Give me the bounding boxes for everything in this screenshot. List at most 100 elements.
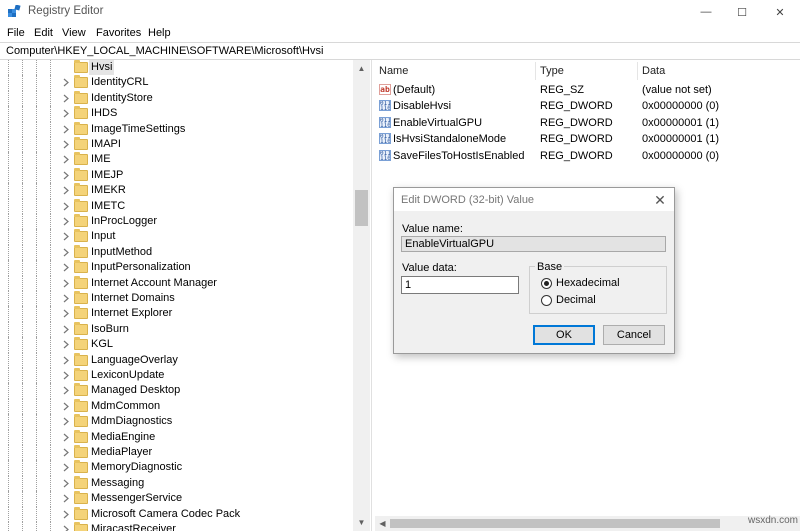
expand-chevron-icon[interactable] [62,370,70,381]
tree-item[interactable]: InputMethod [0,244,353,261]
tree-item-label[interactable]: InputPersonalization [89,260,193,275]
expand-chevron-icon[interactable] [62,108,70,119]
tree-item-label[interactable]: MemoryDiagnostic [89,460,184,475]
expand-chevron-icon[interactable] [62,262,70,273]
h-scroll-thumb[interactable] [390,519,720,528]
key-tree[interactable]: Hvsi IdentityCRL IdentityStore IHDS ImageTim… [0,60,371,531]
expand-chevron-icon[interactable] [62,432,70,443]
menu-view[interactable]: View [62,27,86,39]
tree-item[interactable]: MiracastReceiver [0,522,353,531]
tree-item-label[interactable]: IdentityCRL [89,75,150,90]
tree-item[interactable]: InProcLogger [0,214,353,230]
expand-chevron-icon[interactable] [62,170,70,181]
tree-item[interactable]: Internet Explorer [0,306,353,322]
tree-item-label[interactable]: IMAPI [89,137,123,152]
expand-chevron-icon[interactable] [62,216,70,227]
tree-item[interactable]: ImageTimeSettings [0,121,353,137]
menu-favorites[interactable]: Favorites [96,27,141,39]
tree-item-label[interactable]: Input [89,229,117,244]
value-row[interactable]: 011 110 IsHvsiStandaloneMode REG_DWORD 0x00… [375,131,800,147]
tree-item-label[interactable]: IHDS [89,106,119,121]
expand-chevron-icon[interactable] [62,401,70,412]
expand-chevron-icon[interactable] [62,509,70,520]
expand-chevron-icon[interactable] [62,124,70,135]
tree-item[interactable]: Input [0,229,353,245]
tree-item-label[interactable]: Internet Domains [89,291,177,306]
hexadecimal-label[interactable]: Hexadecimal [556,277,620,289]
value-data-input[interactable]: 1 [401,276,519,294]
ok-button[interactable]: OK [533,325,595,345]
expand-chevron-icon[interactable] [62,447,70,458]
column-divider[interactable] [637,62,638,80]
tree-item-label[interactable]: IsoBurn [89,322,131,337]
menu-edit[interactable]: Edit [34,27,53,39]
value-row[interactable]: 011 110 EnableVirtualGPU REG_DWORD 0x000000… [375,115,800,131]
tree-item-label[interactable]: Hvsi [89,60,115,75]
scroll-up-icon[interactable]: ▲ [353,60,370,77]
values-h-scrollbar[interactable]: ◀ [375,516,800,531]
dialog-close-button[interactable]: ✕ [651,191,669,209]
expand-chevron-icon[interactable] [62,324,70,335]
expand-chevron-icon[interactable] [62,278,70,289]
tree-scrollbar[interactable]: ▲ ▼ [353,60,370,531]
tree-item-label[interactable]: Microsoft Camera Codec Pack [89,507,242,522]
tree-item[interactable]: Internet Domains [0,291,353,307]
tree-item[interactable]: IMEJP [0,167,353,184]
tree-item[interactable]: IME [0,152,353,168]
address-path[interactable]: Computer\HKEY_LOCAL_MACHINE\SOFTWARE\Mic… [6,45,323,57]
expand-chevron-icon[interactable] [62,231,70,242]
menu-file[interactable]: File [7,27,25,39]
expand-chevron-icon[interactable] [62,493,70,504]
tree-item[interactable]: InputPersonalization [0,260,353,276]
decimal-radio[interactable] [541,295,552,306]
decimal-label[interactable]: Decimal [556,294,596,306]
tree-item-label[interactable]: IMETC [89,199,127,214]
tree-item-label[interactable]: InProcLogger [89,214,159,229]
expand-chevron-icon[interactable] [62,93,70,104]
tree-item[interactable]: IdentityCRL [0,75,353,91]
tree-item[interactable]: MessengerService [0,491,353,507]
tree-item-label[interactable]: MessengerService [89,491,184,506]
expand-chevron-icon[interactable] [62,308,70,319]
tree-item[interactable]: MediaEngine [0,429,353,445]
tree-item[interactable]: Hvsi [0,60,353,76]
tree-item-label[interactable]: IMEKR [89,183,128,198]
tree-item-label[interactable]: Internet Explorer [89,306,174,321]
column-header-name[interactable]: Name [379,65,408,77]
expand-chevron-icon[interactable] [62,385,70,396]
tree-item[interactable]: IdentityStore [0,90,353,107]
column-divider[interactable] [535,62,536,80]
minimize-button[interactable]: — [688,0,724,24]
tree-item[interactable]: Managed Desktop [0,383,353,399]
expand-chevron-icon[interactable] [62,462,70,473]
tree-item-label[interactable]: IMEJP [89,168,125,183]
tree-item-label[interactable]: IME [89,152,113,167]
tree-item-label[interactable]: ImageTimeSettings [89,122,187,137]
maximize-button[interactable]: ☐ [724,0,760,24]
value-row[interactable]: 011 110 DisableHvsi REG_DWORD 0x00000000 (0… [375,98,800,114]
tree-item[interactable]: MemoryDiagnostic [0,460,353,476]
tree-item[interactable]: IsoBurn [0,321,353,338]
expand-chevron-icon[interactable] [62,201,70,212]
tree-item-label[interactable]: MiracastReceiver [89,522,178,531]
tree-item[interactable]: IMAPI [0,137,353,153]
tree-item[interactable]: Microsoft Camera Codec Pack [0,506,353,522]
tree-item[interactable]: Internet Account Manager [0,275,353,291]
tree-item-label[interactable]: Messaging [89,476,146,491]
tree-item-label[interactable]: Internet Account Manager [89,276,219,291]
cancel-button[interactable]: Cancel [603,325,665,345]
expand-chevron-icon[interactable] [62,478,70,489]
tree-item-label[interactable]: LanguageOverlay [89,353,180,368]
tree-item[interactable]: KGL [0,337,353,353]
tree-item-label[interactable]: InputMethod [89,245,154,260]
column-header-data[interactable]: Data [642,65,665,77]
column-header-type[interactable]: Type [540,65,564,77]
tree-item-label[interactable]: MediaPlayer [89,445,154,460]
tree-item-label[interactable]: Managed Desktop [89,383,182,398]
tree-item[interactable]: LexiconUpdate [0,368,353,384]
expand-chevron-icon[interactable] [62,339,70,350]
tree-item[interactable]: LanguageOverlay [0,352,353,368]
tree-item[interactable]: Messaging [0,475,353,492]
address-bar[interactable]: Computer\HKEY_LOCAL_MACHINE\SOFTWARE\Mic… [0,42,800,60]
tree-item-label[interactable]: LexiconUpdate [89,368,166,383]
